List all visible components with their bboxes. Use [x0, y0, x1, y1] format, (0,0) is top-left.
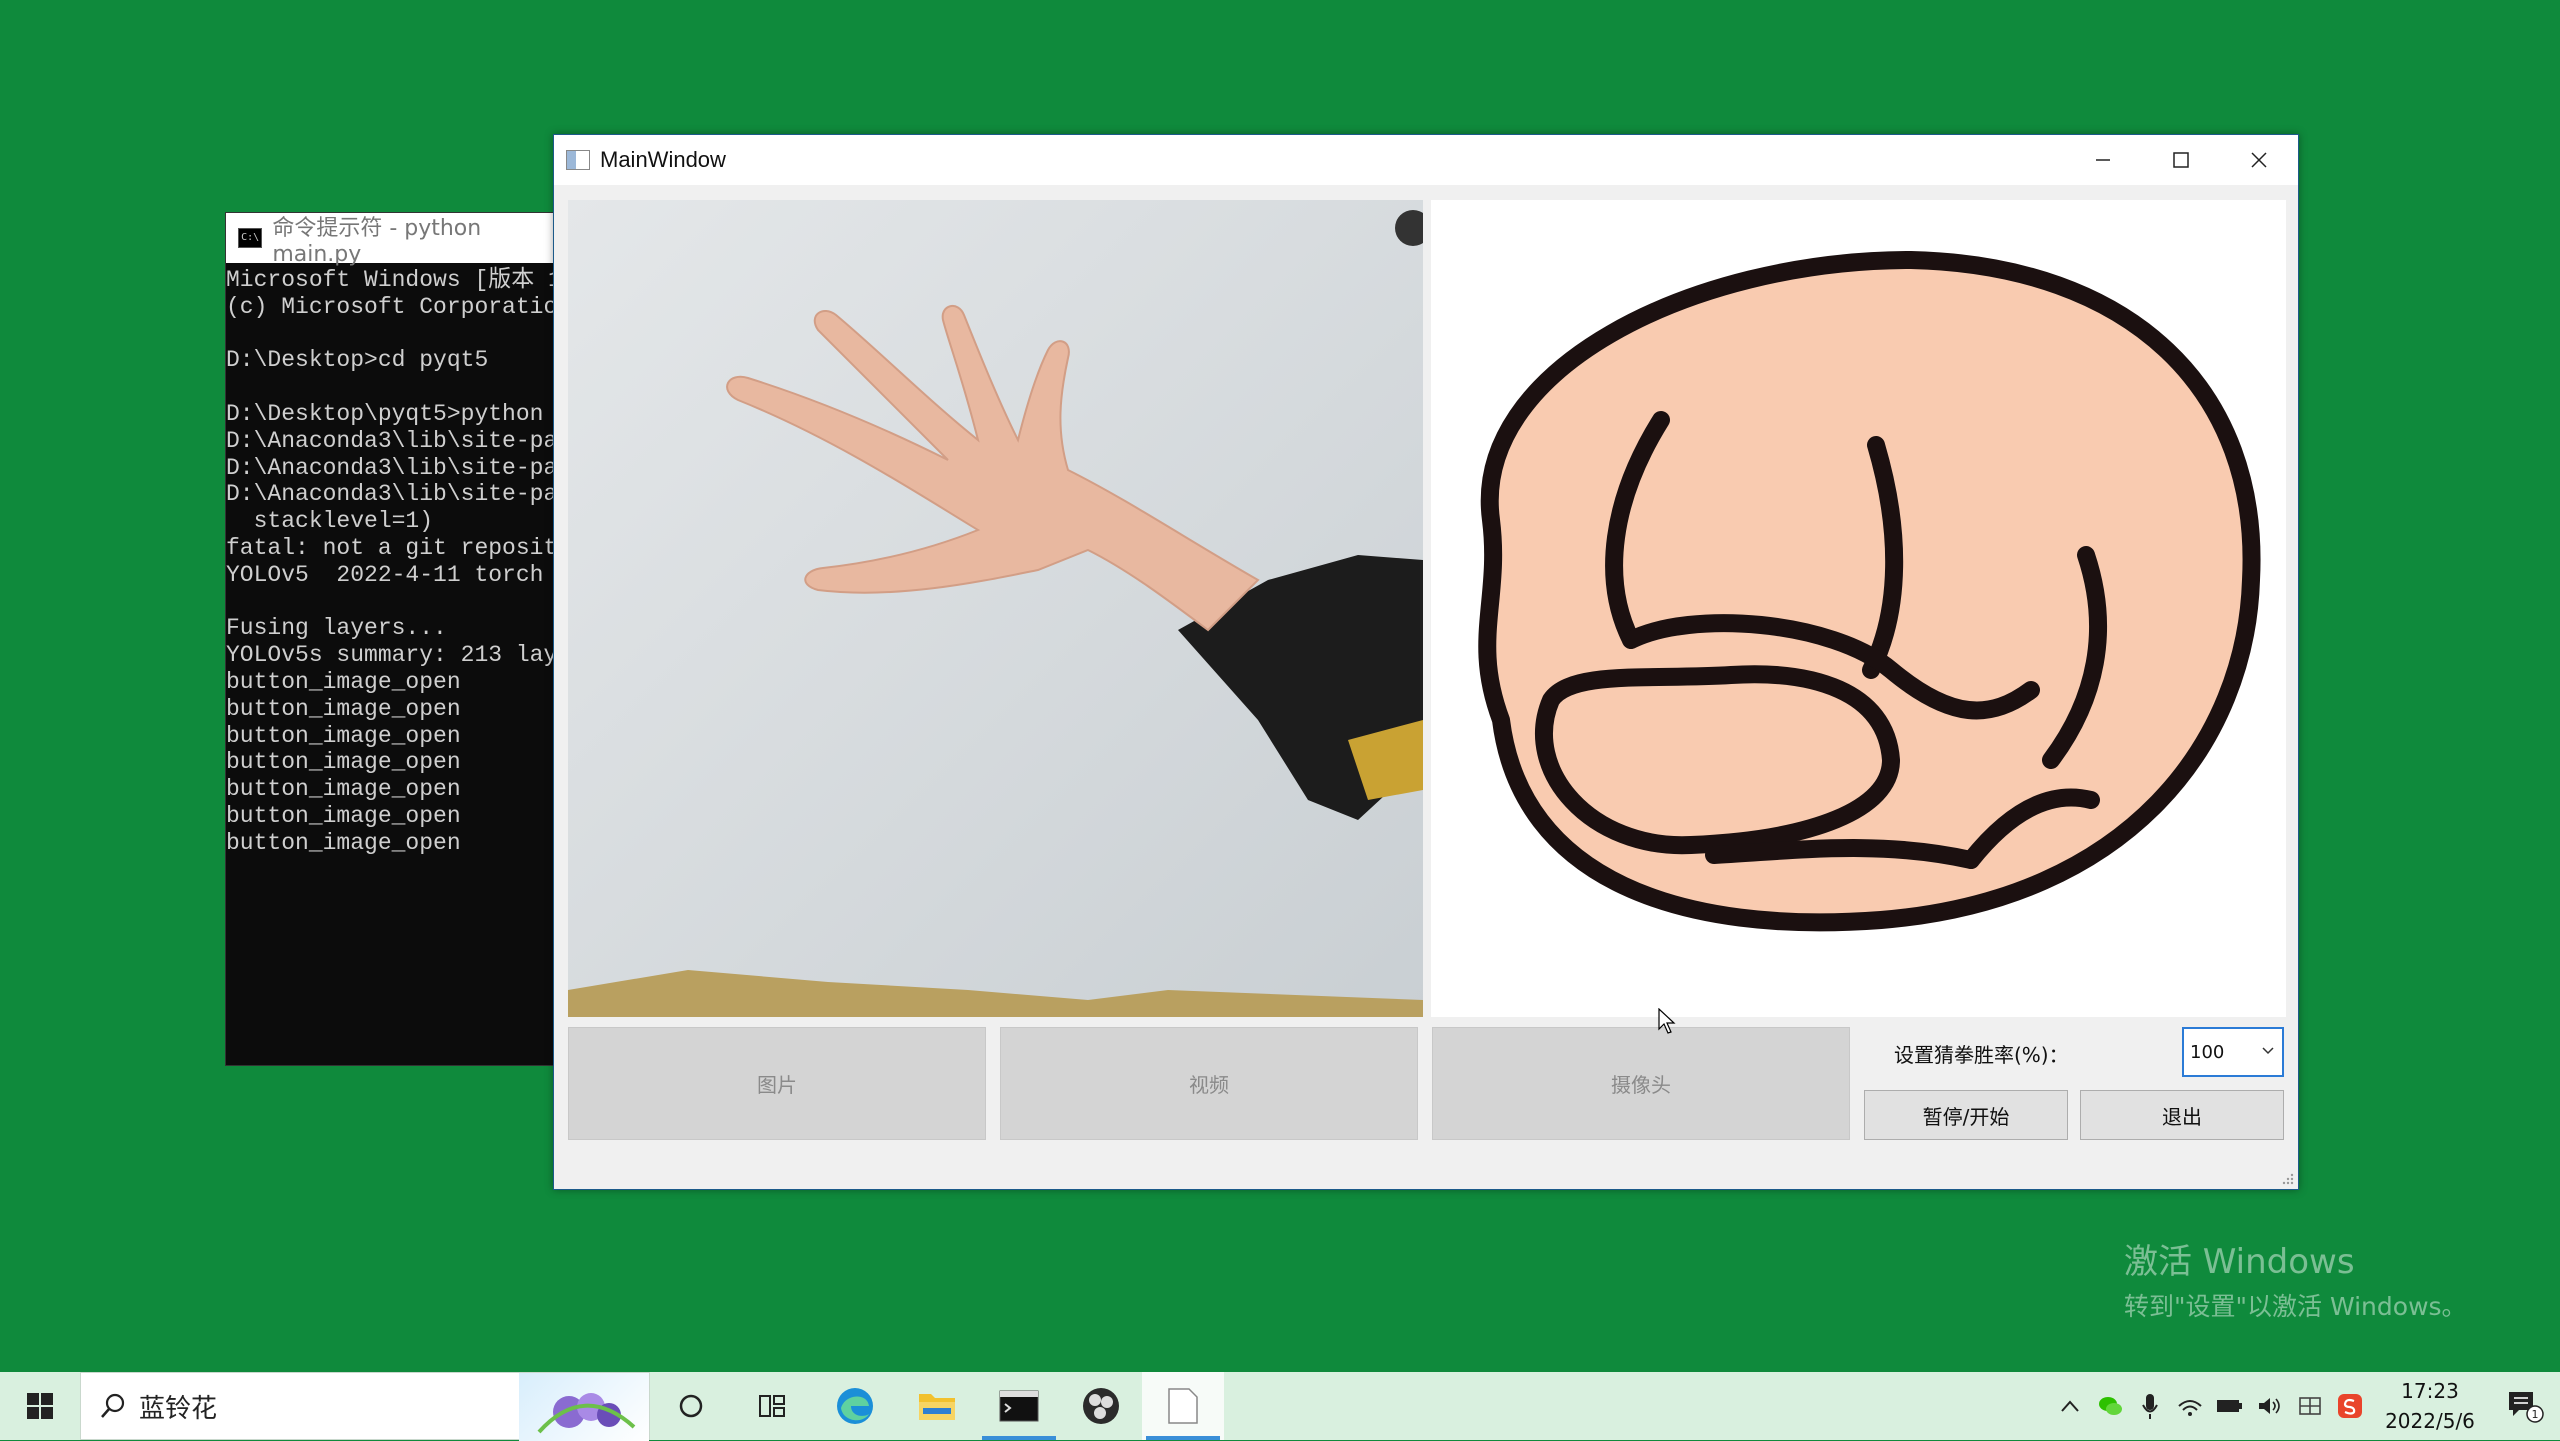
- console-window[interactable]: C:\ 命令提示符 - python main.py Microsoft Win…: [225, 212, 557, 1066]
- console-line: D:\Anaconda3\lib\site-pac: [226, 427, 557, 454]
- chevron-down-icon: [2262, 1047, 2274, 1055]
- console-titlebar[interactable]: C:\ 命令提示符 - python main.py: [226, 213, 556, 267]
- fist-cartoon: [1431, 200, 2286, 1017]
- console-line: YOLOv5s summary: 213 laye: [226, 642, 557, 669]
- console-line: D:\Desktop\pyqt5>python m: [226, 400, 557, 427]
- console-line: button_image_open: [226, 749, 461, 776]
- main-window-titlebar[interactable]: MainWindow: [554, 135, 2298, 185]
- obs-icon: [1083, 1388, 1119, 1424]
- maximize-button[interactable]: [2142, 135, 2220, 185]
- minimize-button[interactable]: [2064, 135, 2142, 185]
- tray-sogou[interactable]: [2330, 1372, 2370, 1440]
- exit-button[interactable]: 退出: [2080, 1090, 2284, 1140]
- chevron-up-icon: [2061, 1400, 2079, 1412]
- tray-wifi[interactable]: [2170, 1372, 2210, 1440]
- win-rate-value: 100: [2190, 1041, 2225, 1063]
- taskbar-edge[interactable]: [814, 1372, 896, 1440]
- tray-microphone[interactable]: [2130, 1372, 2170, 1440]
- mouse-cursor-icon: [1658, 1008, 1676, 1034]
- taskbar-search-box[interactable]: 蓝铃花: [80, 1372, 650, 1441]
- watermark-title: 激活 Windows: [2124, 1242, 2355, 1282]
- terminal-icon: [999, 1390, 1039, 1422]
- battery-icon: [2217, 1400, 2242, 1412]
- app-icon: [566, 150, 590, 170]
- tray-volume[interactable]: [2250, 1372, 2290, 1440]
- console-output: Microsoft Windows [版本 1 (c) Microsoft Cor…: [226, 263, 556, 857]
- console-line: button_image_open: [226, 776, 461, 803]
- microphone-icon: [2142, 1394, 2158, 1419]
- console-line: YOLOv5 2022-4-11 torch 1: [226, 561, 557, 588]
- edge-icon: [837, 1388, 873, 1424]
- taskbar: 蓝铃花 17:23 2022/5/6 1: [0, 1372, 2560, 1441]
- hand-photo: [568, 200, 1423, 1017]
- console-line: D:\Desktop>cd pyqt5: [226, 347, 489, 374]
- activation-watermark: 激活 Windows 转到"设置"以激活 Windows。: [2124, 1234, 2467, 1323]
- console-line: button_image_open: [226, 802, 461, 829]
- system-tray: 17:23 2022/5/6 1: [2050, 1372, 2560, 1440]
- minimize-icon: [2096, 159, 2110, 161]
- close-icon: [2251, 152, 2267, 168]
- video-button[interactable]: 视频: [1000, 1027, 1418, 1140]
- cmd-icon: C:\: [238, 228, 263, 248]
- notification-icon: 1: [2509, 1392, 2544, 1423]
- input-method-icon: [2299, 1397, 2321, 1415]
- camera-image: [568, 200, 1423, 1017]
- tray-input-method[interactable]: [2290, 1372, 2330, 1440]
- search-highlight-image: [519, 1373, 649, 1441]
- console-line: button_image_open: [226, 695, 461, 722]
- main-window[interactable]: MainWindow 图片 视频 摄像头 设置猜拳胜率(%)： 100 暂停/开…: [553, 134, 2299, 1190]
- console-line: Microsoft Windows [版本 1: [226, 267, 557, 293]
- search-icon: [101, 1393, 125, 1418]
- action-center-button[interactable]: 1: [2490, 1372, 2560, 1440]
- cortana-button[interactable]: [650, 1372, 732, 1440]
- pause-start-button[interactable]: 暂停/开始: [1864, 1090, 2068, 1140]
- taskbar-clock[interactable]: 17:23 2022/5/6: [2370, 1376, 2490, 1436]
- windows-logo-icon: [27, 1393, 53, 1419]
- show-hidden-icons-button[interactable]: [2050, 1372, 2090, 1440]
- taskbar-command-prompt[interactable]: [978, 1372, 1060, 1440]
- search-text: 蓝铃花: [139, 1393, 218, 1424]
- notification-count: 1: [2532, 1408, 2539, 1421]
- console-line: D:\Anaconda3\lib\site-pac: [226, 454, 557, 481]
- tray-wechat[interactable]: [2090, 1372, 2130, 1440]
- clock-time: 17:23: [2401, 1379, 2459, 1403]
- console-line: button_image_open: [226, 668, 461, 695]
- taskbar-file-explorer[interactable]: [896, 1372, 978, 1440]
- clock-date: 2022/5/6: [2385, 1409, 2475, 1433]
- window-title: MainWindow: [600, 147, 726, 172]
- task-view-icon: [759, 1395, 785, 1417]
- sogou-icon: [2338, 1394, 2362, 1418]
- tray-battery[interactable]: [2210, 1372, 2250, 1440]
- console-line: (c) Microsoft Corporation: [226, 293, 557, 320]
- volume-icon: [2259, 1398, 2280, 1414]
- result-image: [1431, 200, 2286, 1017]
- console-title: 命令提示符 - python main.py: [272, 215, 482, 267]
- task-view-button[interactable]: [732, 1372, 814, 1440]
- console-line: Fusing layers...: [226, 615, 447, 642]
- start-button[interactable]: [0, 1372, 80, 1440]
- maximize-icon: [2173, 152, 2189, 168]
- wechat-icon: [2099, 1397, 2122, 1415]
- wifi-icon: [2178, 1400, 2202, 1416]
- image-button[interactable]: 图片: [568, 1027, 986, 1140]
- folder-icon: [919, 1394, 955, 1420]
- console-line: fatal: not a git reposito: [226, 534, 557, 561]
- taskbar-obs[interactable]: [1060, 1372, 1142, 1440]
- console-line: stacklevel=1): [226, 508, 434, 535]
- watermark-subtitle: 转到"设置"以激活 Windows。: [2124, 1292, 2467, 1321]
- console-line: button_image_open: [226, 722, 461, 749]
- console-line: D:\Anaconda3\lib\site-pac: [226, 481, 557, 508]
- win-rate-label: 设置猜拳胜率(%)：: [1894, 1043, 2069, 1067]
- win-rate-select[interactable]: 100: [2182, 1027, 2284, 1077]
- blank-document-icon: [1168, 1388, 1198, 1424]
- camera-button[interactable]: 摄像头: [1432, 1027, 1850, 1140]
- cortana-circle-icon: [679, 1394, 703, 1418]
- resize-grip-icon[interactable]: [2280, 1171, 2294, 1185]
- taskbar-main-window[interactable]: [1142, 1372, 1224, 1440]
- console-line: button_image_open: [226, 829, 461, 856]
- close-button[interactable]: [2220, 135, 2298, 185]
